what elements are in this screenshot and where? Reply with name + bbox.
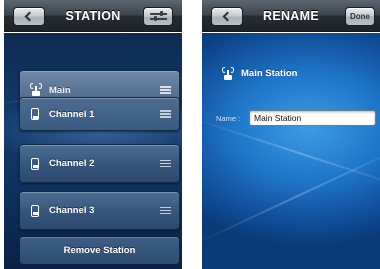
background-streak (202, 115, 380, 193)
back-button[interactable] (13, 7, 45, 26)
remove-station-button[interactable]: Remove Station (19, 236, 180, 265)
name-label: Name : (216, 114, 241, 123)
station-name: Main Station (241, 68, 298, 79)
drag-handle-icon[interactable] (160, 86, 171, 94)
list-item-label: Channel 3 (49, 205, 95, 216)
drag-handle-icon[interactable] (160, 110, 171, 118)
phone-icon (31, 157, 39, 170)
phone-icon (31, 204, 39, 217)
rename-screen: RENAME Done Main Station Name : (202, 0, 380, 269)
nav-bar: STATION (4, 0, 182, 32)
list-item-channel-2[interactable]: Channel 2 (19, 144, 180, 183)
list-item-channel-1[interactable]: Channel 1 (19, 97, 180, 131)
back-button[interactable] (211, 7, 243, 26)
drag-handle-icon[interactable] (160, 159, 171, 168)
settings-button[interactable] (143, 7, 173, 26)
station-icon (29, 83, 43, 97)
list-item-label: Channel 2 (49, 158, 95, 169)
chevron-left-icon (222, 11, 233, 22)
phone-icon (31, 108, 39, 120)
station-icon (221, 67, 235, 81)
background-streak (202, 142, 380, 246)
nav-bar: RENAME Done (202, 0, 380, 32)
done-button[interactable]: Done (345, 7, 375, 26)
station-screen: STATION Main Channel 1 Channel 2 Channel… (4, 0, 182, 269)
drag-handle-icon[interactable] (160, 206, 171, 215)
chevron-left-icon (24, 11, 35, 22)
list-item-label: Channel 1 (49, 108, 95, 120)
list-item-channel-3[interactable]: Channel 3 (19, 191, 180, 230)
name-field[interactable] (249, 110, 376, 126)
